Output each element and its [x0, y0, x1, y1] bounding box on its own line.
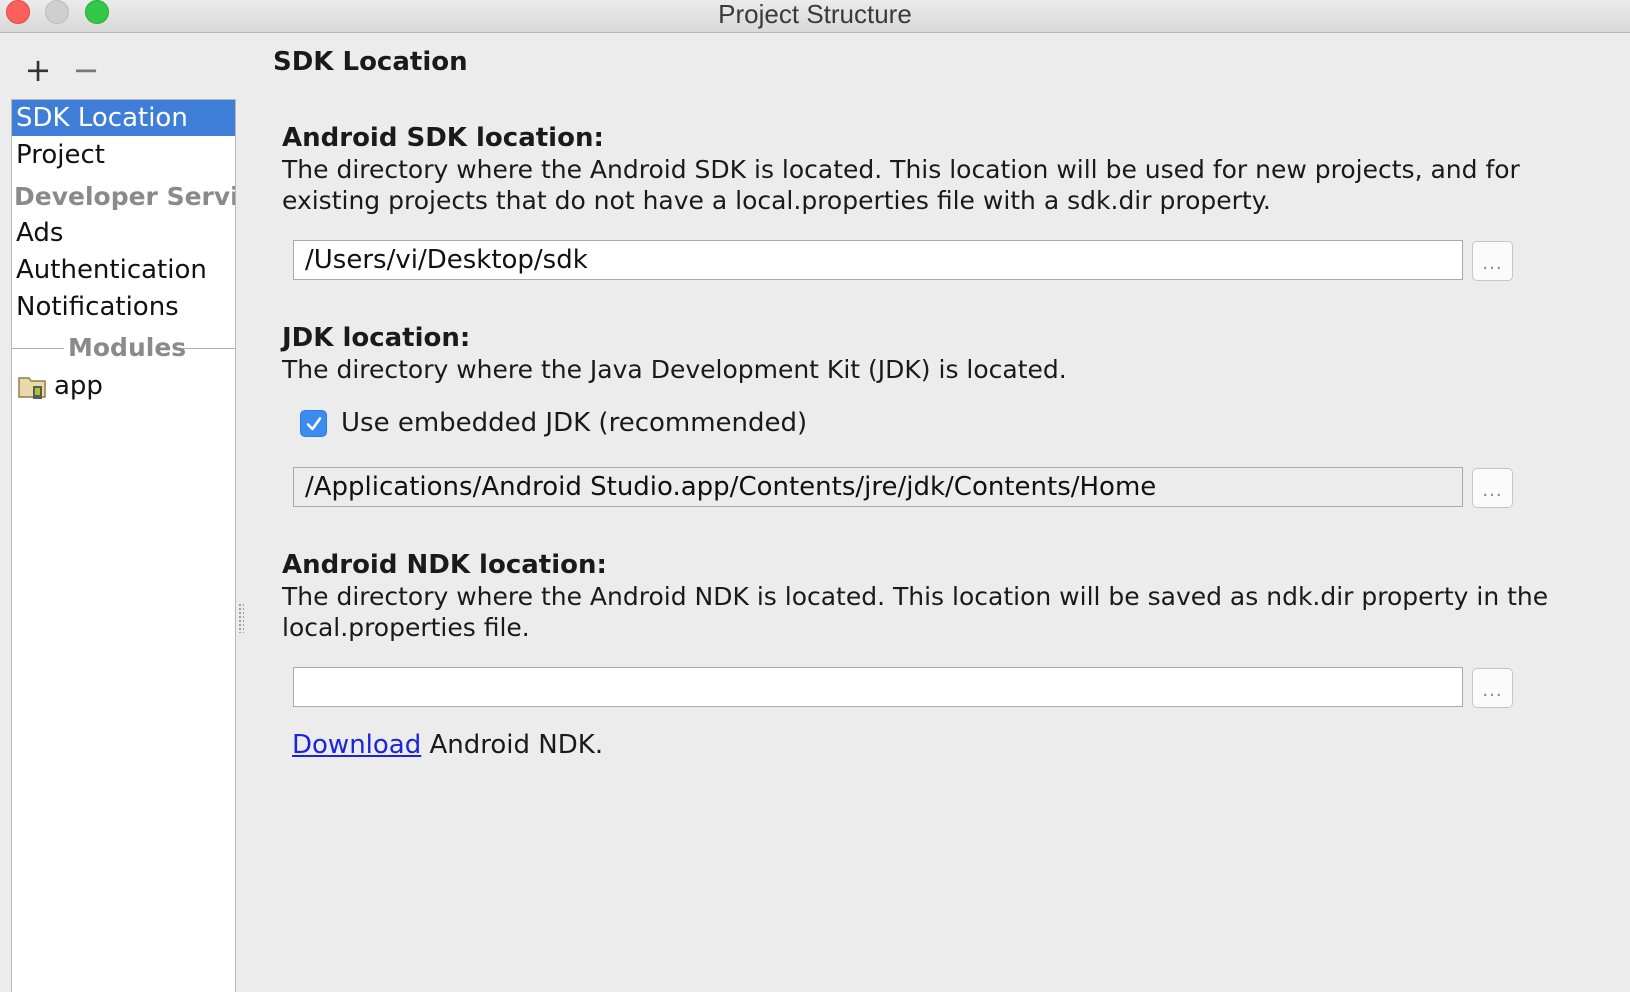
page-title: SDK Location: [273, 47, 468, 77]
ndk-path-input[interactable]: [293, 667, 1463, 707]
download-ndk-row: Download Android NDK.: [292, 728, 603, 762]
ndk-section-title: Android NDK location:: [282, 550, 607, 580]
separator-line: [182, 348, 235, 349]
ndk-description-line-1: The directory where the Android NDK is l…: [282, 582, 1549, 611]
modules-label: Modules: [68, 333, 187, 362]
title-bar[interactable]: Project Structure: [0, 0, 1630, 33]
sidebar-item-sdk-location[interactable]: SDK Location: [12, 100, 235, 136]
modules-separator: Modules: [12, 330, 235, 366]
sidebar-item-notifications[interactable]: Notifications: [12, 289, 235, 325]
add-button[interactable]: +: [21, 54, 55, 86]
download-ndk-link[interactable]: Download: [292, 730, 421, 760]
checkmark-icon: [306, 417, 322, 431]
ndk-browse-button[interactable]: ...: [1472, 668, 1513, 708]
project-structure-window: Project Structure + − SDK Location Proje…: [0, 0, 1630, 992]
sidebar-group-developer-services: Developer Servi...: [14, 182, 235, 211]
sidebar-item-project[interactable]: Project: [12, 137, 235, 173]
sdk-browse-button[interactable]: ...: [1472, 241, 1513, 281]
jdk-browse-button[interactable]: ...: [1472, 468, 1513, 508]
sidebar-item-app[interactable]: app: [12, 368, 235, 404]
sdk-description-line-2: existing projects that do not have a loc…: [282, 186, 1271, 215]
ndk-description-line-2: local.properties file.: [282, 613, 530, 642]
sdk-section-title: Android SDK location:: [282, 123, 604, 153]
sdk-path-input[interactable]: [293, 240, 1463, 280]
jdk-description: The directory where the Java Development…: [282, 355, 1067, 384]
sidebar-item-ads[interactable]: Ads: [12, 215, 235, 251]
use-embedded-jdk-label[interactable]: Use embedded JDK (recommended): [341, 406, 807, 440]
module-name: app: [54, 371, 103, 401]
separator-line: [12, 348, 64, 349]
remove-button[interactable]: −: [69, 54, 103, 86]
download-ndk-suffix: Android NDK.: [421, 730, 604, 760]
sidebar-item-authentication[interactable]: Authentication: [12, 252, 235, 288]
jdk-section-title: JDK location:: [282, 323, 471, 353]
jdk-path-input: [293, 467, 1463, 507]
window-title: Project Structure: [718, 0, 912, 29]
splitter-handle[interactable]: [238, 603, 244, 633]
sidebar: SDK Location Project Developer Servi... …: [11, 99, 236, 992]
use-embedded-jdk-checkbox[interactable]: [300, 410, 327, 437]
module-folder-icon: [18, 374, 48, 400]
sdk-description-line-1: The directory where the Android SDK is l…: [282, 155, 1520, 184]
